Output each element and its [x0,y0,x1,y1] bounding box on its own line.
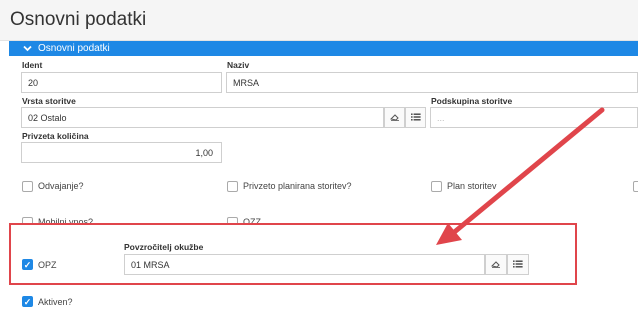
annotation-arrow [436,107,605,245]
